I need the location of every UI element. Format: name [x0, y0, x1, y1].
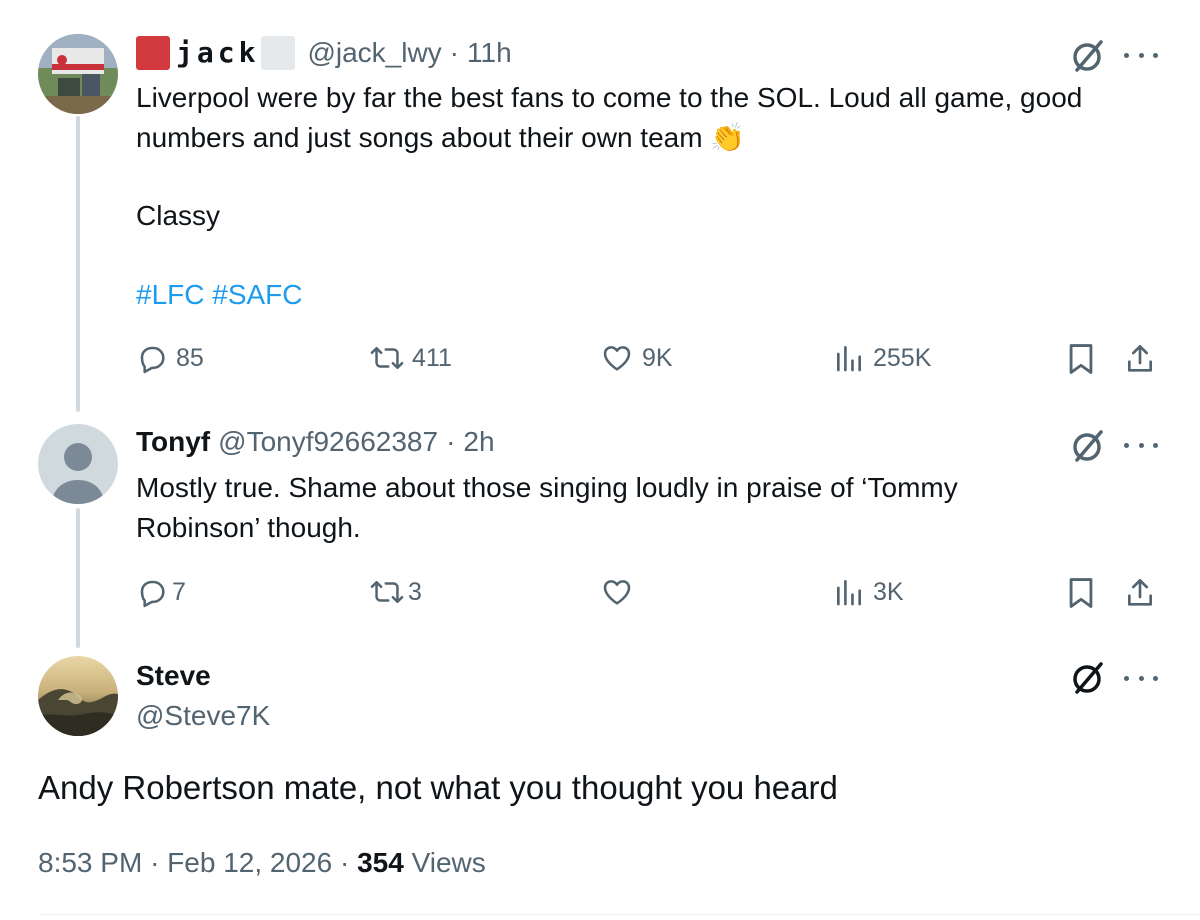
main-views-count: 354 [357, 847, 404, 878]
avatar-steve[interactable] [38, 656, 118, 736]
main-time[interactable]: 8:53 PM [38, 847, 142, 878]
more-icon[interactable] [1124, 435, 1158, 455]
tweet-2-dot: · [446, 426, 456, 457]
meta-dot: · [150, 847, 168, 878]
views-button[interactable]: 255K [833, 342, 931, 374]
views-count: 255K [873, 343, 932, 372]
avatar-jack[interactable] [38, 34, 118, 114]
default-avatar-icon [38, 424, 118, 504]
share-button[interactable] [1124, 342, 1156, 376]
views-icon [837, 580, 861, 606]
more-icon[interactable] [1124, 668, 1158, 688]
reply-icon [140, 346, 165, 374]
views-count: 3K [873, 577, 904, 606]
tweet-1-display-name[interactable]: jack [176, 36, 259, 70]
thread-line-1 [76, 116, 80, 412]
tweet-2-header: Tonyf @Tonyf92662387 · 2h [136, 425, 495, 459]
main-date[interactable]: Feb 12, 2026 [167, 847, 332, 878]
tweet-1-header: jack @jack_lwy · 11h [136, 36, 512, 70]
tweet-1-dot: · [449, 37, 459, 68]
main-display-name[interactable]: Steve [136, 659, 211, 693]
repost-button[interactable]: 411 [370, 342, 452, 374]
tweet-1-text-2: Classy [136, 200, 221, 231]
reply-icon [140, 580, 165, 608]
main-header-handle: @Steve7K [136, 699, 270, 733]
tweet-1-time[interactable]: 11h [467, 36, 512, 70]
like-button[interactable]: 9K [600, 342, 673, 374]
share-icon [1128, 345, 1152, 372]
avatar-jack-image [38, 34, 118, 114]
bookmark-icon [1069, 344, 1093, 374]
main-handle[interactable]: @Steve7K [136, 699, 270, 733]
tweet-2-handle[interactable]: @Tonyf92662387 [218, 425, 438, 459]
meta-dot: · [339, 847, 358, 878]
more-icon[interactable] [1124, 45, 1158, 65]
avatar-tonyf[interactable] [38, 424, 118, 504]
views-button[interactable]: 3K [833, 576, 904, 608]
flag-icon-2 [261, 36, 296, 70]
tweet-2-time[interactable]: 2h [463, 425, 494, 459]
tweet-1-text: Liverpool were by far the best fans to c… [136, 78, 1176, 158]
repost-icon [370, 580, 404, 604]
repost-count: 3 [408, 577, 422, 606]
reply-count: 85 [176, 343, 204, 372]
repost-count: 411 [412, 343, 452, 372]
reply-button[interactable]: 85 [136, 342, 204, 374]
views-icon [837, 346, 861, 372]
main-meta: 8:53 PM · Feb 12, 2026 · 354 Views [38, 845, 486, 881]
repost-button[interactable]: 3 [370, 576, 422, 608]
main-views-label: Views [411, 847, 486, 878]
like-count: 9K [642, 343, 673, 372]
bookmark-button[interactable] [1066, 342, 1096, 376]
grok-icon[interactable] [1070, 38, 1106, 79]
divider [38, 914, 1200, 915]
reply-button[interactable]: 7 [136, 576, 186, 608]
grok-icon[interactable] [1070, 660, 1106, 701]
flag-icon [136, 36, 170, 70]
thread-line-2 [76, 508, 80, 648]
reply-count: 7 [172, 577, 186, 606]
bookmark-icon [1069, 578, 1093, 608]
heart-icon [603, 580, 631, 605]
share-icon [1128, 579, 1152, 606]
grok-icon[interactable] [1070, 428, 1106, 469]
tweet-2-text: Mostly true. Shame about those singing l… [136, 472, 958, 543]
tweet-1-handle[interactable]: @jack_lwy [307, 36, 441, 70]
tweet-2-display-name[interactable]: Tonyf [136, 425, 210, 459]
share-button[interactable] [1124, 576, 1156, 610]
like-button[interactable] [600, 576, 642, 608]
avatar-steve-image [38, 656, 118, 736]
clapping-hands-emoji: 👏 [710, 122, 746, 153]
main-header-name: Steve [136, 659, 211, 693]
heart-icon [603, 346, 631, 371]
bookmark-button[interactable] [1066, 576, 1096, 610]
tweet-1-hashtags[interactable]: #LFC #SAFC [136, 275, 303, 315]
repost-icon [370, 346, 404, 370]
main-tweet-text: Andy Robertson mate, not what you though… [38, 769, 838, 806]
tweet-1-body: Liverpool were by far the best fans to c… [136, 82, 1083, 153]
